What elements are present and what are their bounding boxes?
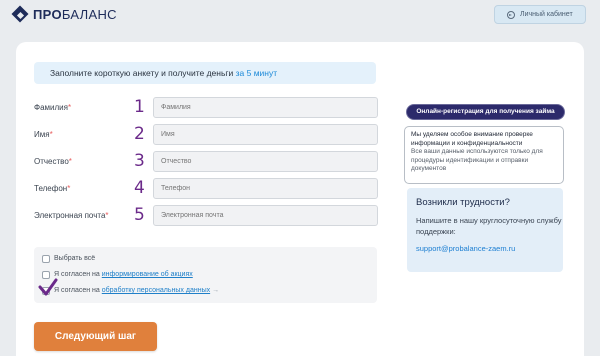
logo[interactable]: ПРОБАЛАНС — [11, 5, 117, 23]
privacy-info-box: Мы уделяем особое внимание проверке инфо… — [404, 126, 564, 184]
form-intro-banner: Заполните короткую анкету и получите ден… — [34, 62, 376, 84]
annotation-number-2: 2 — [134, 124, 145, 144]
login-arrow-icon — [507, 10, 515, 19]
privacy-light-text: Все ваши данные используются только для … — [411, 148, 543, 172]
privacy-strong-text: Мы уделяем особое внимание проверке инфо… — [411, 131, 533, 147]
personal-data-link[interactable]: обработку персональных данных — [102, 287, 210, 294]
personal-data-consent-label: Я согласен на обработку персональных дан… — [54, 287, 220, 294]
logo-diamond-icon — [11, 5, 29, 23]
patronymic-label: Отчество* — [34, 157, 72, 166]
logo-text-bold: ПРО — [33, 7, 62, 22]
intro-accent: за 5 минут — [235, 68, 278, 78]
next-step-button[interactable]: Следующий шаг — [34, 322, 157, 351]
annotation-number-3: 3 — [134, 151, 145, 171]
online-registration-badge: Онлайн-регистрация для получения займа — [407, 105, 564, 119]
email-label: Электронная почта* — [34, 211, 109, 220]
email-input[interactable] — [153, 205, 378, 226]
patronymic-input[interactable] — [153, 151, 378, 172]
logo-text-light: БАЛАНС — [61, 7, 117, 22]
annotation-number-1: 1 — [134, 97, 145, 117]
application-card: Заполните короткую анкету и получите ден… — [16, 42, 584, 356]
personal-cabinet-button[interactable]: Личный кабинет — [494, 5, 586, 24]
support-title: Возникли трудности? — [416, 197, 510, 208]
personal-cabinet-label: Личный кабинет — [520, 11, 573, 18]
annotation-number-5: 5 — [134, 205, 145, 225]
lastname-label: Фамилия* — [34, 103, 72, 112]
annotation-number-4: 4 — [134, 178, 145, 198]
select-all-label: Выбрать всё — [54, 255, 96, 262]
promo-consent-label: Я согласен на информирование об акциях — [54, 271, 193, 278]
support-email-link[interactable]: support@probalance-zaem.ru — [416, 244, 563, 253]
intro-text: Заполните короткую анкету и получите ден… — [50, 68, 236, 78]
firstname-label: Имя* — [34, 130, 53, 139]
arrow-right-icon: → — [212, 287, 220, 294]
lastname-input[interactable] — [153, 97, 378, 118]
logo-text: ПРОБАЛАНС — [33, 6, 117, 23]
header: ПРОБАЛАНС Личный кабинет — [0, 0, 600, 32]
support-text: Напишите в нашу круглосуточную службу по… — [416, 216, 562, 236]
support-box: Возникли трудности? Напишите в нашу круг… — [407, 188, 563, 272]
promo-info-link[interactable]: информирование об акциях — [102, 271, 193, 278]
select-all-checkbox[interactable] — [42, 255, 50, 263]
phone-input[interactable] — [153, 178, 378, 199]
phone-label: Телефон* — [34, 184, 71, 193]
purple-checkmark-icon — [38, 278, 58, 296]
firstname-input[interactable] — [153, 124, 378, 145]
